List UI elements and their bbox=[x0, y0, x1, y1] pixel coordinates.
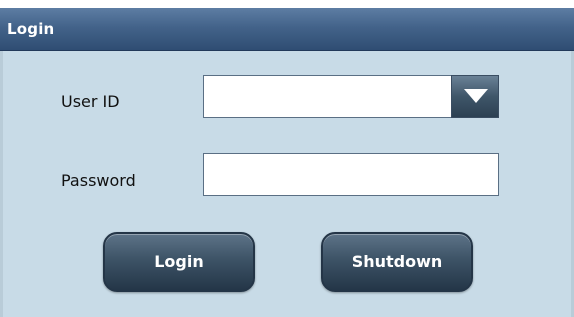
login-dialog: Login User ID Password Login Shutdown bbox=[0, 8, 574, 317]
window-title: Login bbox=[7, 20, 55, 38]
password-label: Password bbox=[61, 171, 136, 190]
chevron-down-icon bbox=[464, 89, 488, 103]
title-bar: Login bbox=[0, 8, 574, 50]
user-id-label: User ID bbox=[61, 92, 120, 111]
user-id-field[interactable] bbox=[203, 75, 451, 118]
user-id-dropdown-button[interactable] bbox=[451, 75, 499, 118]
login-button[interactable]: Login bbox=[103, 232, 255, 292]
shutdown-button[interactable]: Shutdown bbox=[321, 232, 473, 292]
password-field[interactable] bbox=[203, 153, 499, 196]
